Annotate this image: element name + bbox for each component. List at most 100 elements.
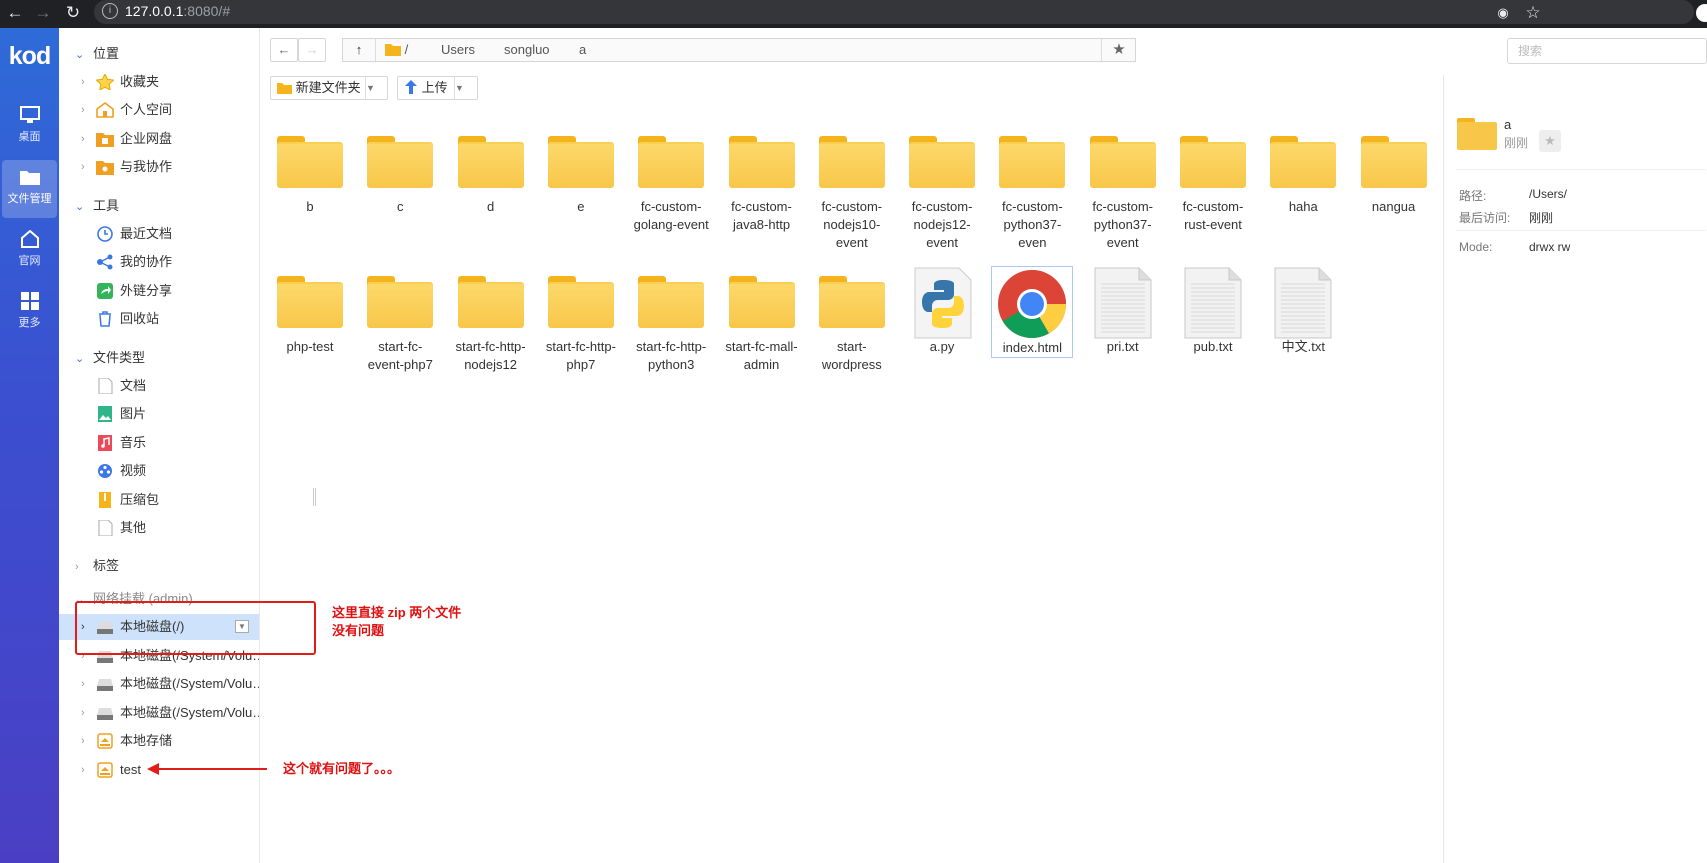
chevron-right-icon[interactable]: › [81, 97, 85, 123]
tree-item-local-storage[interactable]: › 本地存储 [59, 728, 259, 754]
tree-item-personal-space[interactable]: › 个人空间 [59, 97, 259, 123]
chevron-right-icon[interactable]: › [81, 700, 85, 726]
rail-item-file-manager[interactable]: 文件管理 [2, 160, 57, 218]
tree-item-other[interactable]: 其他 [59, 515, 259, 541]
folder-item[interactable]: fc-custom-rust-event [1172, 126, 1254, 234]
tree-item-local-disk-volume-2[interactable]: › 本地磁盘(/System/Volu… [59, 671, 259, 697]
dropdown-arrow-icon[interactable]: ▼ [365, 77, 387, 99]
app-logo: kod [8, 42, 51, 70]
monitor-icon [19, 106, 40, 123]
tree-item-archives[interactable]: 压缩包 [59, 487, 259, 513]
folder-item[interactable]: haha [1262, 126, 1344, 216]
folder-item[interactable]: fc-custom-nodejs10-event [811, 126, 893, 252]
file-item[interactable]: index.html [991, 266, 1074, 358]
back-arrow-icon[interactable]: ← [4, 2, 26, 24]
back-button[interactable]: ← [270, 38, 298, 62]
rail-item-more[interactable]: 更多 [2, 284, 57, 342]
image-icon [98, 406, 112, 422]
file-item[interactable]: pub.txt [1172, 266, 1254, 356]
favorite-star-icon[interactable]: ★ [1103, 39, 1135, 61]
chevron-right-icon[interactable]: › [81, 728, 85, 754]
section-tags[interactable]: › 标签 [75, 555, 119, 577]
folder-item[interactable]: fc-custom-python37-event [1082, 126, 1164, 252]
tree-item-my-collab[interactable]: 我的协作 [59, 249, 259, 275]
folder-item[interactable]: fc-custom-java8-http [721, 126, 803, 234]
folder-item[interactable]: start-fc-http-nodejs12 [450, 266, 532, 374]
folder-item[interactable]: nangua [1353, 126, 1435, 216]
section-label: 工具 [93, 198, 120, 213]
up-button[interactable]: ↑ [343, 39, 375, 61]
folder-item[interactable]: start-fc-mall-admin [721, 266, 803, 374]
folder-item[interactable]: b [269, 126, 351, 216]
tree-item-favorites[interactable]: › 收藏夹 [59, 69, 259, 95]
folder-item[interactable]: fc-custom-golang-event [630, 126, 712, 234]
clock-icon [97, 226, 113, 242]
file-item[interactable]: pri.txt [1082, 266, 1164, 356]
chevron-right-icon[interactable]: › [81, 671, 85, 697]
breadcrumb-item[interactable]: songluo [504, 39, 550, 61]
section-location[interactable]: ⌄ 位置 [75, 43, 119, 65]
info-icon[interactable]: i [102, 3, 118, 19]
folder-item[interactable]: start-fc-event-php7 [359, 266, 441, 374]
tree-item-video[interactable]: 视频 [59, 458, 259, 484]
tree-item-shared-with-me[interactable]: › 与我协作 [59, 154, 259, 180]
chevron-right-icon[interactable]: › [81, 757, 85, 783]
file-item[interactable]: 中文.txt [1262, 266, 1344, 356]
tree-item-recycle-bin[interactable]: 回收站 [59, 306, 259, 332]
profile-avatar[interactable] [1696, 4, 1707, 22]
section-tools[interactable]: ⌄ 工具 [75, 195, 119, 217]
file-item[interactable]: a.py [901, 266, 983, 356]
folder-item[interactable]: php-test [269, 266, 351, 356]
eye-off-icon[interactable]: ◉ [1492, 2, 1514, 24]
tree-item-link-share[interactable]: 外链分享 [59, 278, 259, 304]
rail-item-desktop[interactable]: 桌面 [2, 98, 57, 156]
folder-item[interactable]: fc-custom-nodejs12-event [901, 126, 983, 252]
chrome-icon [992, 267, 1074, 338]
tree-item-label: 本地磁盘(/System/Volu… [120, 705, 259, 720]
arrow-up-icon: ↑ [355, 42, 363, 57]
tree-item-label: 音乐 [120, 435, 147, 450]
reload-icon[interactable]: ↻ [62, 2, 84, 24]
upload-button[interactable]: 上传 ▼ [397, 76, 478, 100]
upload-arrow-icon [405, 80, 417, 94]
tree-item-local-disk-volume-3[interactable]: › 本地磁盘(/System/Volu… [59, 700, 259, 726]
folder-icon [359, 126, 441, 194]
dropdown-arrow-icon[interactable]: ▼ [454, 77, 476, 99]
hard-drive-icon [97, 679, 113, 691]
breadcrumb-item[interactable]: Users [441, 39, 475, 61]
divider [1456, 230, 1706, 231]
tree-item-images[interactable]: 图片 [59, 401, 259, 427]
star-icon[interactable]: ★ [1539, 130, 1561, 152]
tree-item-enterprise-drive[interactable]: › 企业网盘 [59, 126, 259, 152]
tree-item-music[interactable]: 音乐 [59, 430, 259, 456]
folder-item[interactable]: start-wordpress [811, 266, 893, 374]
chevron-right-icon[interactable]: › [81, 154, 85, 180]
forward-button[interactable]: → [298, 38, 326, 62]
folder-item[interactable]: c [359, 126, 441, 216]
section-file-types[interactable]: ⌄ 文件类型 [75, 347, 145, 369]
folder-icon [540, 266, 622, 334]
folder-item[interactable]: fc-custom-python37-even [991, 126, 1073, 252]
folder-item[interactable]: start-fc-http-php7 [540, 266, 622, 374]
folder-item[interactable]: start-fc-http-python3 [630, 266, 712, 374]
tree-item-recent[interactable]: 最近文档 [59, 221, 259, 247]
storage-icon [97, 733, 113, 749]
breadcrumb-root[interactable]: / [385, 39, 408, 61]
folder-item[interactable]: e [540, 126, 622, 216]
tree-item-documents[interactable]: 文档 [59, 373, 259, 399]
rail-item-website[interactable]: 官网 [2, 222, 57, 280]
bookmark-star-icon[interactable]: ☆ [1522, 2, 1544, 24]
folder-item[interactable]: d [450, 126, 532, 216]
button-label: 上传 [421, 80, 448, 95]
search-input[interactable]: 搜索 [1507, 38, 1707, 64]
address-bar[interactable] [94, 0, 1694, 24]
forward-arrow-icon[interactable]: → [32, 2, 54, 24]
url-text: 127.0.0.1:8080/# [125, 3, 231, 19]
annotation-note: 这里直接 zip 两个文件 [332, 605, 462, 620]
file-name: start-wordpress [821, 339, 882, 372]
folder-icon [19, 171, 40, 185]
chevron-right-icon[interactable]: › [81, 126, 85, 152]
chevron-right-icon[interactable]: › [81, 69, 85, 95]
breadcrumb-item[interactable]: a [579, 39, 586, 61]
new-folder-button[interactable]: 新建文件夹 ▼ [270, 76, 388, 100]
